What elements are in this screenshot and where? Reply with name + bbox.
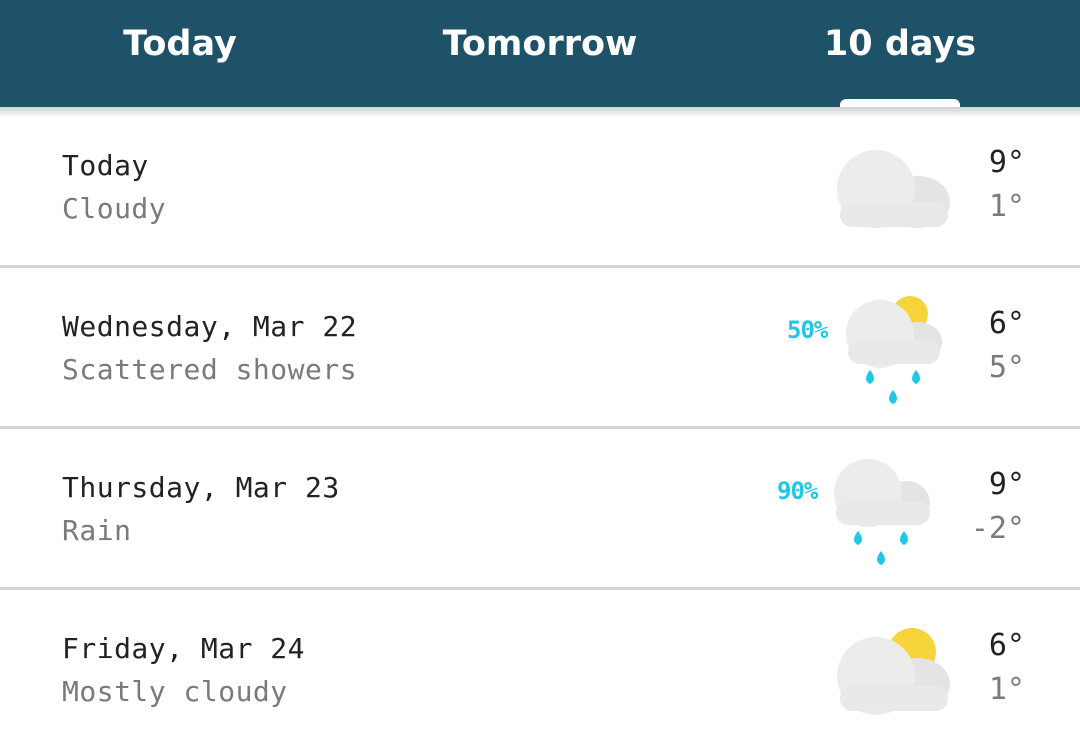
day-label: Today [62, 149, 149, 182]
tab-tomorrow[interactable]: Tomorrow [360, 0, 720, 107]
high-temp: 9° [988, 467, 1025, 502]
condition-label: Scattered showers [62, 353, 358, 386]
high-temp: 9° [988, 145, 1025, 180]
day-label: Friday, Mar 24 [62, 632, 306, 665]
tab-10-days[interactable]: 10 days [720, 0, 1080, 107]
tab-today[interactable]: Today [0, 0, 360, 107]
forecast-row-thursday[interactable]: Thursday, Mar 23 Rain 90% 9° -2° [0, 429, 1080, 589]
condition-label: Rain [62, 514, 132, 547]
precip-chance: 50% [787, 316, 828, 344]
scattered-showers-icon [846, 296, 942, 404]
low-temp: 1° [988, 672, 1025, 707]
day-label: Wednesday, Mar 22 [62, 310, 358, 343]
low-temp: 5° [988, 350, 1025, 385]
cloudy-icon [837, 150, 950, 228]
forecast-row-wednesday[interactable]: Wednesday, Mar 22 Scattered showers 50% … [0, 268, 1080, 428]
condition-label: Mostly cloudy [62, 675, 288, 708]
high-temp: 6° [988, 628, 1025, 663]
high-temp: 6° [988, 306, 1025, 341]
forecast-row-friday[interactable]: Friday, Mar 24 Mostly cloudy 6° 1° [0, 590, 1080, 740]
forecast-row-today[interactable]: Today Cloudy 9° 1° [0, 107, 1080, 267]
day-label: Thursday, Mar 23 [62, 471, 340, 504]
precip-chance: 90% [777, 477, 818, 505]
low-temp: -2° [970, 511, 1025, 546]
mostly-cloudy-icon [837, 628, 950, 715]
low-temp: 1° [988, 189, 1025, 224]
rain-icon [834, 459, 930, 565]
condition-label: Cloudy [62, 192, 167, 225]
tab-bar: Today Tomorrow 10 days [0, 0, 1080, 107]
